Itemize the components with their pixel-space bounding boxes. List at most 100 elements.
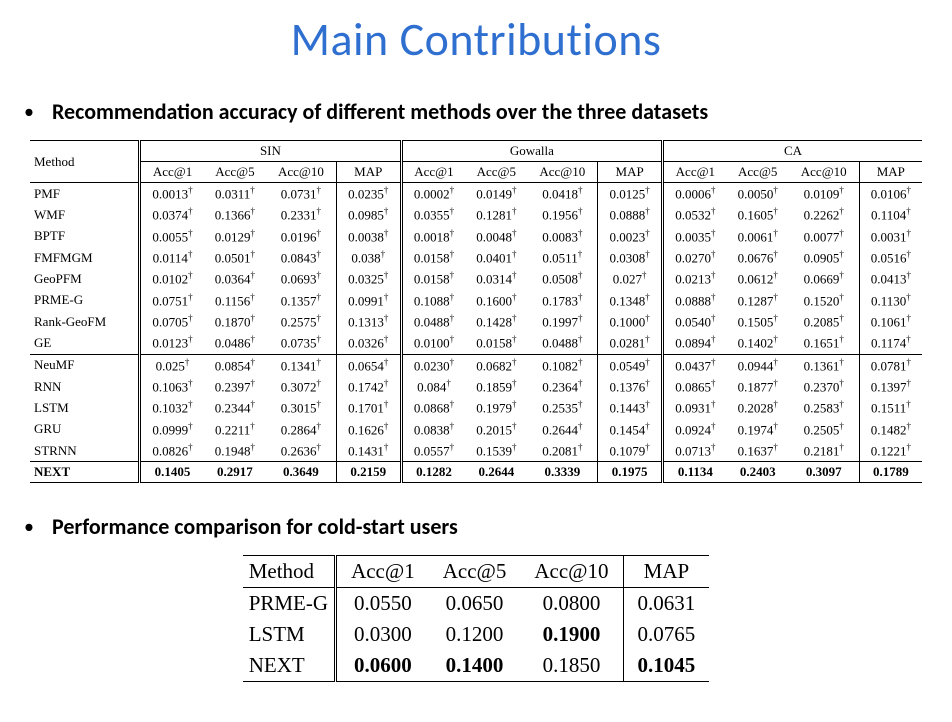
table-cell: 0.2370† — [789, 376, 859, 397]
table-cell: 0.2015† — [465, 419, 527, 440]
table-cell: 0.3339 — [527, 462, 597, 483]
col-header-dataset-ca: CA — [663, 141, 922, 162]
col-header-metric: Acc@1 — [401, 162, 465, 183]
table-cell: 0.2864† — [266, 419, 336, 440]
table-cell: 0.0006† — [663, 183, 727, 205]
table-cell: 0.3015† — [266, 397, 336, 418]
row-method: PMF — [30, 183, 140, 205]
table-cell: 0.0050† — [727, 183, 789, 205]
table-cell: 0.0508† — [527, 268, 597, 289]
table-cell: 0.0149† — [465, 183, 527, 205]
table-cell: 0.0676† — [727, 247, 789, 268]
table-cell: 0.1742† — [336, 376, 401, 397]
table-cell: 0.0888† — [663, 290, 727, 311]
table-cell: 0.0540† — [663, 311, 727, 332]
table-cell: 0.2917 — [204, 462, 266, 483]
table-cell: 0.0654† — [336, 354, 401, 376]
row-method: GeoPFM — [30, 268, 140, 289]
table-cell: 0.1870† — [204, 311, 266, 332]
table-cell: 0.1079† — [598, 440, 663, 462]
table-cell: 0.0114† — [140, 247, 204, 268]
table-cell: 0.1482† — [859, 419, 922, 440]
table-cell: 0.2505† — [789, 419, 859, 440]
table-cell: 0.0826† — [140, 440, 204, 462]
table-cell: 0.0023† — [598, 226, 663, 247]
table-cell: 0.0100† — [401, 332, 465, 354]
table-cell: 0.1313† — [336, 311, 401, 332]
table-cell: 0.1061† — [859, 311, 922, 332]
table-cell: 0.1045 — [623, 650, 709, 682]
table-cell: 0.0018† — [401, 226, 465, 247]
table-cell: 0.1637† — [727, 440, 789, 462]
table-cell: 0.0055† — [140, 226, 204, 247]
table-cell: 0.1281† — [465, 204, 527, 225]
table-cell: 0.025† — [140, 354, 204, 376]
table-cell: 0.1600† — [465, 290, 527, 311]
table-cell: 0.3072† — [266, 376, 336, 397]
col-header-metric: Acc@1 — [140, 162, 204, 183]
row-method: PRME-G — [30, 290, 140, 311]
slide: Main Contributions • Recommendation accu… — [0, 0, 952, 722]
table-cell: 0.1539† — [465, 440, 527, 462]
col-header-metric: MAP — [859, 162, 922, 183]
table-cell: 0.1975 — [598, 462, 663, 483]
table-cell: 0.0061† — [727, 226, 789, 247]
table-cell: 0.0557† — [401, 440, 465, 462]
table-cell: 0.0314† — [465, 268, 527, 289]
col-header-metric: Acc@1 — [663, 162, 727, 183]
table-cell: 0.3649 — [266, 462, 336, 483]
table-cell: 0.0999† — [140, 419, 204, 440]
table-cell: 0.1701† — [336, 397, 401, 418]
table-cell: 0.1221† — [859, 440, 922, 462]
table-cell: 0.1956† — [527, 204, 597, 225]
col-header: Acc@5 — [429, 556, 521, 588]
col-header-metric: Acc@5 — [727, 162, 789, 183]
bullet-1: • Recommendation accuracy of different m… — [24, 98, 942, 126]
table-cell: 0.0213† — [663, 268, 727, 289]
table-cell: 0.0325† — [336, 268, 401, 289]
table-cell: 0.2028† — [727, 397, 789, 418]
table-cell: 0.1850 — [520, 650, 623, 682]
table-cell: 0.084† — [401, 376, 465, 397]
row-method: PRME-G — [243, 588, 336, 620]
table-cell: 0.0532† — [663, 204, 727, 225]
table-cell: 0.1783† — [527, 290, 597, 311]
table-cell: 0.0048† — [465, 226, 527, 247]
table-cell: 0.0631 — [623, 588, 709, 620]
table-cell: 0.0731† — [266, 183, 336, 205]
table-cell: 0.1341† — [266, 354, 336, 376]
table-cell: 0.0985† — [336, 204, 401, 225]
table-cell: 0.0511† — [527, 247, 597, 268]
table-cell: 0.0129† — [204, 226, 266, 247]
table-cell: 0.0230† — [401, 354, 465, 376]
table-cell: 0.1104† — [859, 204, 922, 225]
table-cell: 0.0486† — [204, 332, 266, 354]
table-cell: 0.1282 — [401, 462, 465, 483]
bullet-2: • Performance comparison for cold-start … — [24, 513, 942, 541]
table-cell: 0.0196† — [266, 226, 336, 247]
table-cell: 0.0418† — [527, 183, 597, 205]
table-cell: 0.0600 — [336, 650, 429, 682]
table-cell: 0.0401† — [465, 247, 527, 268]
coldstart-table: MethodAcc@1Acc@5Acc@10MAPPRME-G0.05500.0… — [243, 555, 710, 682]
col-header: Acc@1 — [336, 556, 429, 588]
row-method: WMF — [30, 204, 140, 225]
row-method: NEXT — [30, 462, 140, 483]
table-cell: 0.0355† — [401, 204, 465, 225]
table-cell: 0.1400 — [429, 650, 521, 682]
table-cell: 0.1428† — [465, 311, 527, 332]
table-cell: 0.0158† — [465, 332, 527, 354]
table-cell: 0.2364† — [527, 376, 597, 397]
table-cell: 0.2081† — [527, 440, 597, 462]
table-cell: 0.0854† — [204, 354, 266, 376]
table-cell: 0.0311† — [204, 183, 266, 205]
table-cell: 0.1505† — [727, 311, 789, 332]
table-cell: 0.1082† — [527, 354, 597, 376]
table-cell: 0.2644 — [465, 462, 527, 483]
table-cell: 0.3097 — [789, 462, 859, 483]
table-cell: 0.2403 — [727, 462, 789, 483]
bullet-2-text: Performance comparison for cold-start us… — [52, 513, 458, 541]
table-cell: 0.1877† — [727, 376, 789, 397]
table-cell: 0.0326† — [336, 332, 401, 354]
table-cell: 0.0158† — [401, 247, 465, 268]
